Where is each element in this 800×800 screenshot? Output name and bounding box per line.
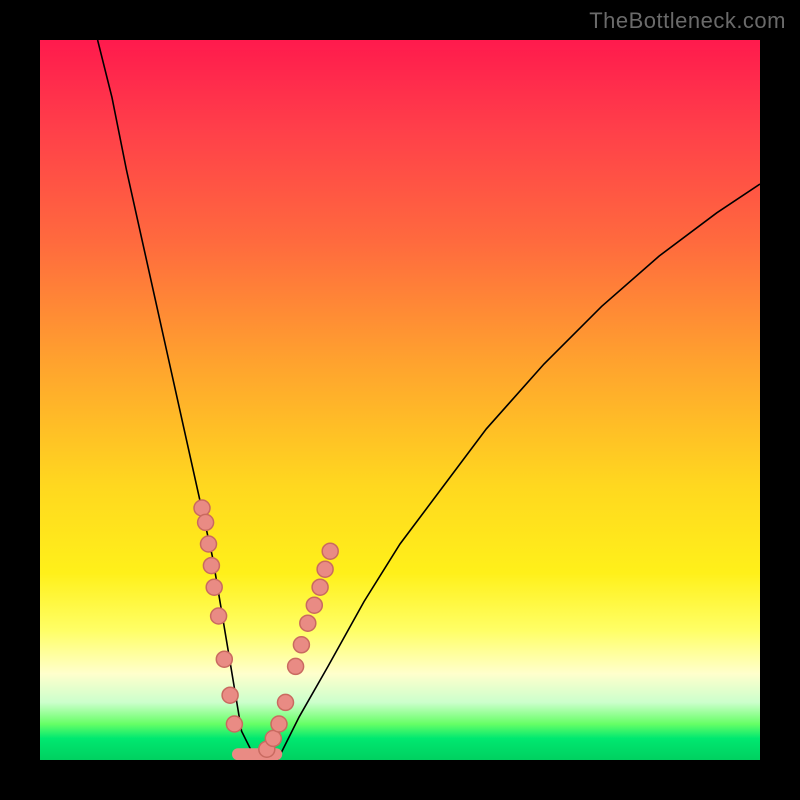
- data-point: [322, 543, 338, 559]
- data-point: [201, 536, 217, 552]
- data-point: [203, 558, 219, 574]
- data-point: [226, 716, 242, 732]
- data-point: [211, 608, 227, 624]
- data-point: [306, 597, 322, 613]
- data-point: [300, 615, 316, 631]
- data-point: [194, 500, 210, 516]
- data-point: [265, 730, 281, 746]
- chart-svg: [40, 40, 760, 760]
- data-point: [271, 716, 287, 732]
- data-point: [216, 651, 232, 667]
- data-point: [206, 579, 222, 595]
- data-point: [317, 561, 333, 577]
- plot-area: [40, 40, 760, 760]
- bottleneck-curve: [98, 40, 760, 760]
- data-point-cluster: [194, 500, 338, 757]
- watermark-text: TheBottleneck.com: [589, 8, 786, 34]
- data-point: [312, 579, 328, 595]
- chart-container: TheBottleneck.com: [0, 0, 800, 800]
- data-point: [198, 514, 214, 530]
- data-point: [293, 637, 309, 653]
- data-point: [278, 694, 294, 710]
- data-point: [288, 658, 304, 674]
- data-point: [222, 687, 238, 703]
